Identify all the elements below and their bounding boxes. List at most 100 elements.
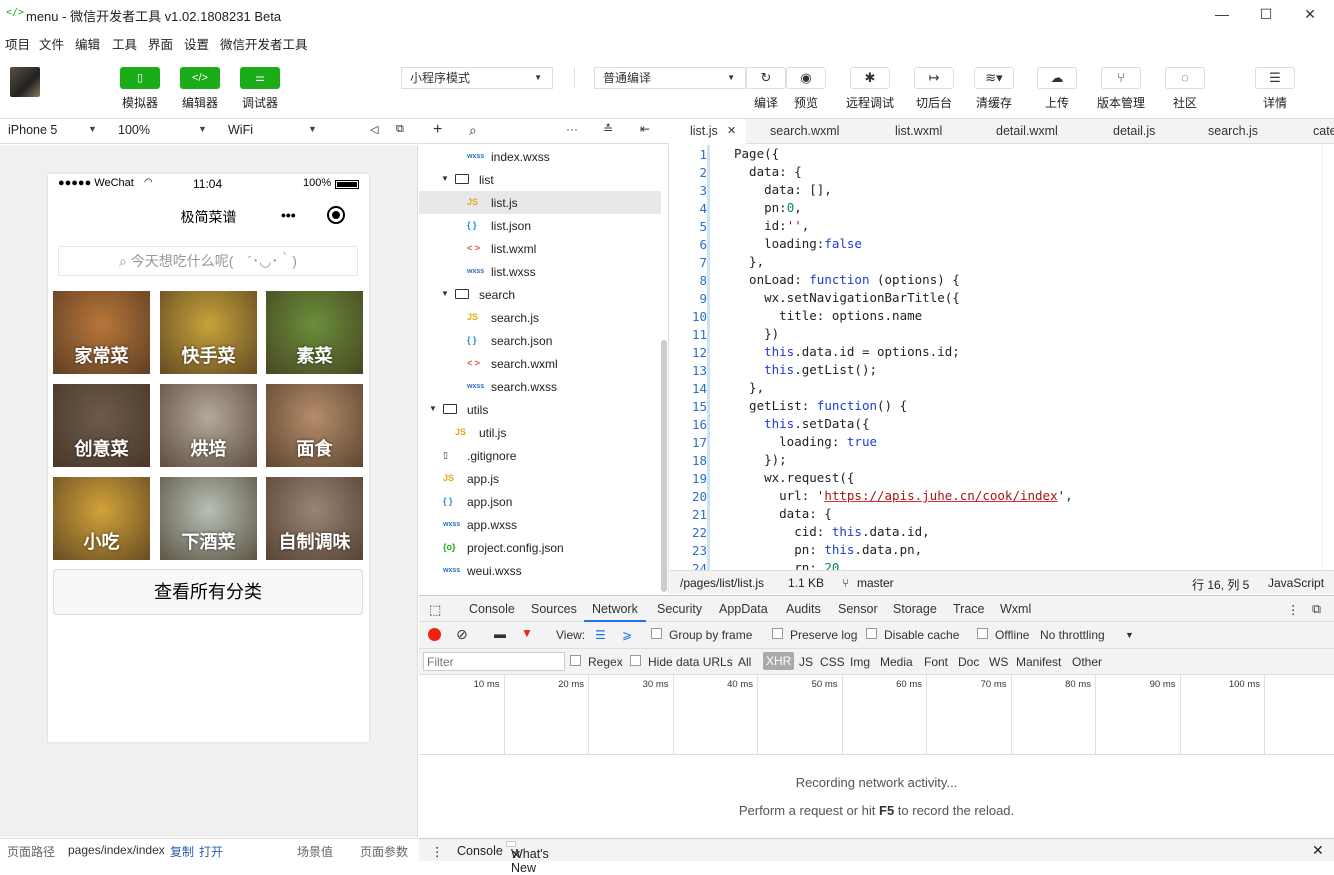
tab-cate[interactable]: cate	[1313, 119, 1334, 144]
tree-file[interactable]: JS list.js	[419, 191, 661, 214]
code-line[interactable]: url: 'https://apis.juhe.cn/cook/index',	[734, 488, 1073, 503]
tab-security[interactable]: Security	[657, 602, 702, 616]
hide-sidebar-icon[interactable]: ⇤	[640, 122, 650, 136]
tree-file[interactable]: ▯ .gitignore	[419, 444, 661, 467]
type-doc[interactable]: Doc	[958, 655, 979, 669]
code-line[interactable]: this.setData({	[734, 416, 869, 431]
record-icon[interactable]	[428, 628, 441, 641]
waterfall-view-icon[interactable]: ⩾	[622, 628, 632, 642]
close-tab-icon[interactable]: ✕	[727, 119, 736, 143]
category-tile-veg[interactable]: 素菜	[266, 291, 363, 374]
code-line[interactable]: pn:0,	[734, 200, 802, 215]
tree-file[interactable]: < > list.wxml	[419, 237, 661, 260]
code-line[interactable]: loading: true	[734, 434, 877, 449]
chevron-down-icon[interactable]: ▼	[441, 174, 449, 183]
type-font[interactable]: Font	[924, 655, 948, 669]
compile-button[interactable]: ↻	[746, 67, 786, 89]
tree-file[interactable]: < > search.wxml	[419, 352, 661, 375]
type-other[interactable]: Other	[1072, 655, 1102, 669]
camera-icon[interactable]: ▬	[494, 627, 506, 641]
code-line[interactable]: },	[734, 254, 764, 269]
file-tree-scrollbar[interactable]	[661, 340, 667, 592]
menu-item-file[interactable]: 文件	[39, 34, 64, 53]
code-line[interactable]: cid: this.data.id,	[734, 524, 929, 539]
tree-folder[interactable]: ▼ search	[419, 283, 661, 306]
dock-icon[interactable]: ⧉	[1312, 602, 1321, 617]
zoom-select[interactable]: 100%	[118, 123, 150, 137]
tree-file[interactable]: wxss weui.wxss	[419, 559, 661, 582]
close-icon[interactable]: ✕	[511, 847, 521, 862]
code-line[interactable]: pn: this.data.pn,	[734, 542, 922, 557]
open-link[interactable]: 打开	[199, 843, 223, 860]
type-all[interactable]: All	[738, 655, 751, 669]
editor-scrollbar[interactable]	[1322, 145, 1332, 570]
menu-item-wechat-devtools[interactable]: 微信开发者工具	[220, 34, 308, 53]
tree-file[interactable]: { } app.json	[419, 490, 661, 513]
code-line[interactable]: wx.request({	[734, 470, 854, 485]
code-line[interactable]: this.getList();	[734, 362, 877, 377]
code-line[interactable]: },	[734, 380, 764, 395]
preview-button[interactable]: ◉	[786, 67, 826, 89]
menu-item-view[interactable]: 界面	[148, 34, 173, 53]
type-manifest[interactable]: Manifest	[1016, 655, 1061, 669]
add-icon[interactable]: +	[433, 121, 442, 139]
collapse-all-icon[interactable]: ≛	[603, 122, 613, 136]
more-vert-icon[interactable]: ⋮	[431, 844, 444, 859]
code-line[interactable]: data: [],	[734, 182, 832, 197]
tab-detail-js[interactable]: detail.js	[1113, 119, 1155, 144]
tab-appdata[interactable]: AppData	[719, 602, 768, 616]
tree-file[interactable]: {o} project.config.json	[419, 536, 661, 559]
category-tile-bake[interactable]: 烘培	[160, 384, 257, 467]
disable-cache-checkbox[interactable]	[866, 628, 877, 639]
tab-search-wxml[interactable]: search.wxml	[770, 119, 839, 144]
type-xhr[interactable]: XHR	[763, 652, 795, 670]
tree-file[interactable]: { } list.json	[419, 214, 661, 237]
all-categories-button[interactable]: 查看所有分类	[53, 569, 363, 615]
copy-link[interactable]: 复制	[170, 843, 194, 860]
background-button[interactable]: ↦	[914, 67, 954, 89]
avatar[interactable]	[10, 67, 40, 97]
search-icon[interactable]: ⌕	[469, 122, 477, 139]
menu-item-tools[interactable]: 工具	[112, 34, 137, 53]
tree-folder[interactable]: ▼ utils	[419, 398, 661, 421]
tree-file[interactable]: JS util.js	[419, 421, 661, 444]
tab-trace[interactable]: Trace	[953, 602, 985, 616]
search-input[interactable]: ⌕ 今天想吃什么呢( ´･◡･｀)	[58, 246, 358, 276]
maximize-button[interactable]: ☐	[1256, 4, 1276, 24]
community-button[interactable]: ◌	[1165, 67, 1205, 89]
tab-list-wxml[interactable]: list.wxml	[895, 119, 942, 144]
tab-audits[interactable]: Audits	[786, 602, 821, 616]
code-line[interactable]: id:'',	[734, 218, 809, 233]
network-select[interactable]: WiFi	[228, 123, 253, 137]
inspect-icon[interactable]: ⬚	[429, 602, 441, 618]
page-params-button[interactable]: 页面参数	[360, 843, 408, 860]
menu-item-settings[interactable]: 设置	[184, 34, 209, 53]
more-vert-icon[interactable]: ⋮	[1287, 602, 1300, 617]
more-icon[interactable]: ···	[566, 122, 578, 136]
tab-sensor[interactable]: Sensor	[838, 602, 878, 616]
chevron-down-icon[interactable]: ▼	[429, 404, 437, 413]
details-button[interactable]: ☰	[1255, 67, 1295, 89]
category-tile-sauce[interactable]: 自制调味	[266, 477, 363, 560]
tree-folder[interactable]: ▼ list	[419, 168, 661, 191]
preserve-log-checkbox[interactable]	[772, 628, 783, 639]
git-branch[interactable]: master	[857, 576, 894, 590]
volume-icon[interactable]: ◁	[370, 123, 378, 136]
code-line[interactable]: title: options.name	[734, 308, 922, 323]
code-line[interactable]: data: {	[734, 164, 802, 179]
clear-icon[interactable]: ⊘	[456, 626, 468, 643]
mode-select[interactable]: 小程序模式 ▼	[401, 67, 553, 89]
tab-sources[interactable]: Sources	[531, 602, 577, 616]
code-line[interactable]: data: {	[734, 506, 832, 521]
code-line[interactable]: rn: 20,	[734, 560, 847, 570]
filter-icon[interactable]: ▼	[521, 626, 533, 640]
tab-list-js[interactable]: list.js ✕	[670, 119, 746, 144]
editor-toggle-button[interactable]: </>	[180, 67, 220, 89]
tab-search-js[interactable]: search.js	[1208, 119, 1258, 144]
filter-input[interactable]	[423, 652, 565, 671]
tree-file[interactable]: wxss list.wxss	[419, 260, 661, 283]
tab-storage[interactable]: Storage	[893, 602, 937, 616]
menu-item-project[interactable]: 项目	[5, 34, 30, 53]
tree-file[interactable]: wxss index.wxss	[419, 145, 661, 168]
type-ws[interactable]: WS	[989, 655, 1008, 669]
